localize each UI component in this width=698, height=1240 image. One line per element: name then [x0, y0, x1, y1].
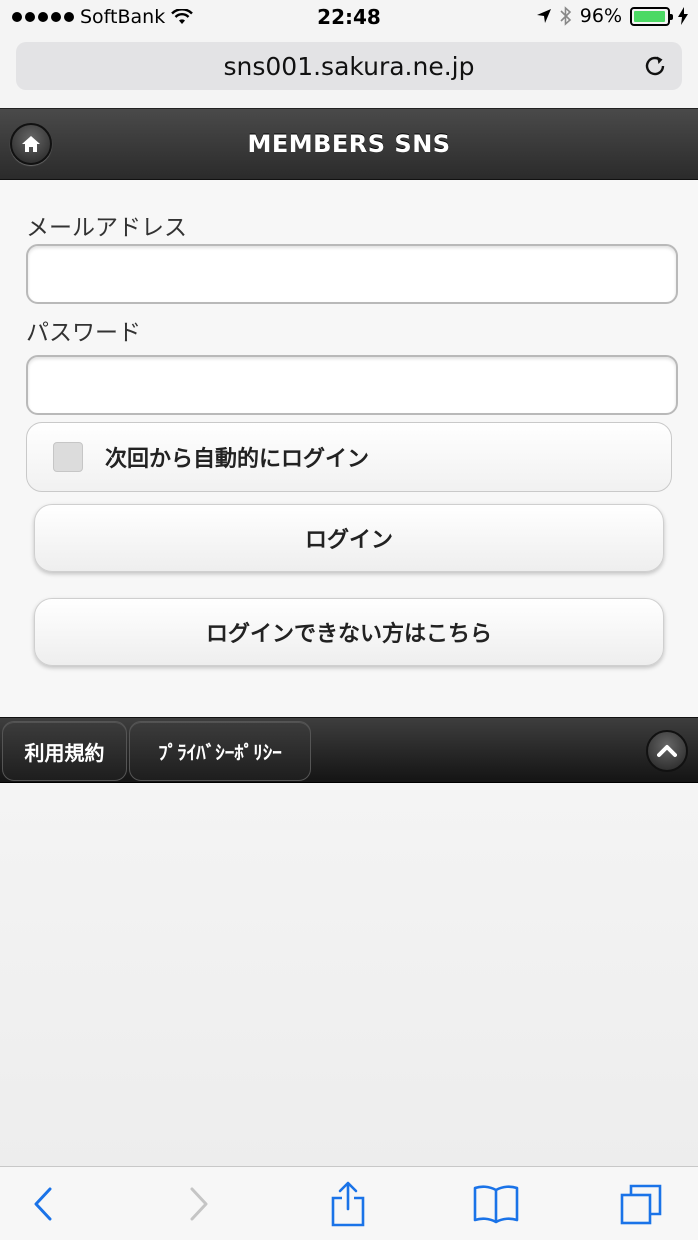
charging-bolt-icon: [678, 7, 688, 25]
scroll-top-button[interactable]: [646, 730, 688, 772]
status-bar: SoftBank 22:48 96%: [0, 0, 698, 36]
address-bar[interactable]: sns001.sakura.ne.jp: [16, 42, 682, 90]
battery-icon: [630, 6, 673, 26]
bookmarks-button[interactable]: [473, 1181, 519, 1227]
forward-icon: [190, 1187, 208, 1221]
remember-checkbox[interactable]: [53, 442, 83, 472]
tabs-button[interactable]: [618, 1181, 664, 1227]
password-label: パスワード: [26, 320, 141, 346]
battery-percent: 96%: [579, 5, 622, 27]
privacy-policy-link[interactable]: ﾌﾟﾗｲﾊﾞｼｰﾎﾟﾘｼｰ: [129, 721, 311, 781]
forward-button[interactable]: [176, 1181, 222, 1227]
share-icon: [331, 1181, 365, 1227]
url-text: sns001.sakura.ne.jp: [223, 51, 475, 81]
browser-toolbar: [0, 1166, 698, 1240]
bluetooth-icon: [560, 6, 571, 26]
remember-login-toggle[interactable]: 次回から自動的にログイン: [26, 422, 672, 492]
footer-bar: 利用規約 ﾌﾟﾗｲﾊﾞｼｰﾎﾟﾘｼｰ: [0, 717, 698, 783]
page-header: MEMBERS SNS: [0, 108, 698, 180]
forgot-login-button[interactable]: ログインできない方はこちら: [34, 598, 664, 666]
back-button[interactable]: [20, 1181, 66, 1227]
email-field[interactable]: [26, 244, 678, 304]
terms-link[interactable]: 利用規約: [2, 721, 127, 781]
share-button[interactable]: [325, 1181, 371, 1227]
empty-area: [0, 783, 698, 1166]
email-label: メールアドレス: [26, 215, 187, 241]
address-bar-area: sns001.sakura.ne.jp: [0, 36, 698, 108]
remember-login-label: 次回から自動的にログイン: [105, 447, 370, 472]
login-form: メールアドレス パスワード 次回から自動的にログイン ログイン ログインできない…: [0, 180, 698, 717]
home-icon: [22, 136, 40, 152]
tabs-icon: [620, 1184, 662, 1225]
password-field[interactable]: [26, 355, 678, 415]
battery-level: [634, 10, 665, 22]
back-icon: [34, 1187, 52, 1221]
login-button[interactable]: ログイン: [34, 504, 664, 572]
reload-icon[interactable]: [642, 53, 668, 79]
location-arrow-icon: [536, 9, 551, 23]
chevron-up-icon: [657, 745, 677, 757]
home-button[interactable]: [10, 123, 52, 165]
bookmarks-icon: [473, 1185, 519, 1224]
page-title: MEMBERS SNS: [247, 130, 451, 158]
